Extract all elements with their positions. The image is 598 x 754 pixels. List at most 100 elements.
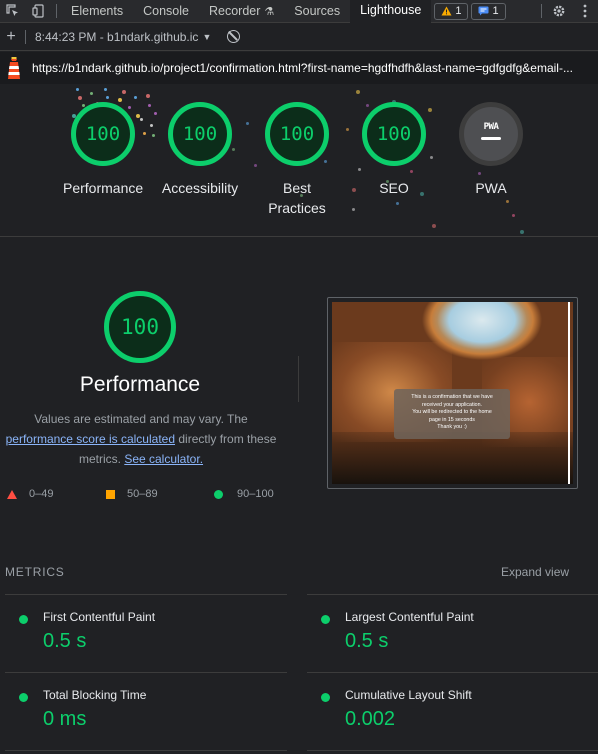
desc-text-2: directly from these [178, 432, 277, 446]
confirmation-text-line: This is a confirmation that we have [411, 394, 493, 400]
confetti-dot [106, 96, 109, 99]
tab-lighthouse-label: Lighthouse [360, 3, 422, 17]
screenshot-image: This is a confirmation that we have rece… [332, 302, 573, 484]
warnings-count: 1 [455, 5, 462, 17]
devtools-tab-bar: Elements Console Recorder ⚗ Sources Light… [0, 0, 598, 23]
pwa-badge-text: PWA [483, 122, 499, 132]
performance-description: Values are estimated and may vary. The p… [0, 409, 282, 469]
expand-view-button[interactable]: Expand view [501, 565, 569, 579]
confirmation-message-box: This is a confirmation that we have rece… [394, 389, 510, 439]
confirmation-text-line: page in 15 seconds [429, 416, 475, 423]
confetti-dot [356, 90, 360, 94]
gauge-accessibility-score: 100 [168, 102, 232, 166]
gauge-performance[interactable]: 100 Performance [63, 102, 143, 198]
confetti-dot [150, 124, 153, 127]
tab-sources-label: Sources [294, 4, 341, 18]
tab-sources[interactable]: Sources [284, 0, 350, 23]
gauge-seo[interactable]: 100 SEO [359, 102, 429, 198]
messages-badge[interactable]: 1 [471, 2, 506, 20]
desc-text-1: Values are estimated and may vary. The [34, 412, 248, 426]
dropdown-caret-icon[interactable]: ▼ [202, 32, 211, 42]
confetti-dot [346, 128, 349, 131]
report-url: https://b1ndark.github.io/project1/confi… [32, 61, 573, 75]
lighthouse-logo-icon [8, 57, 20, 79]
confetti-dot [432, 224, 436, 228]
inspect-element-icon[interactable] [0, 0, 26, 23]
metric-divider [5, 672, 287, 673]
confetti-dot [352, 188, 356, 192]
metric-divider [307, 594, 598, 595]
metric-divider [5, 594, 287, 595]
metric-title: First Contentful Paint [43, 610, 156, 624]
metric-divider [5, 750, 287, 751]
metrics-header: METRICS [5, 565, 65, 579]
confetti-dot [78, 96, 82, 100]
confirmation-text-line: You will be redirected to the home [412, 409, 492, 415]
new-report-plus-icon[interactable]: + [1, 28, 21, 46]
confetti-dot [254, 164, 257, 167]
gauge-seo-score: 100 [362, 102, 426, 166]
confetti-dot [134, 96, 137, 99]
gauge-pwa-label: PWA [475, 180, 507, 196]
performance-score-link[interactable]: performance score is calculated [6, 432, 175, 446]
gauge-seo-label: SEO [379, 180, 409, 196]
lighthouse-report: 100 Performance 100 Accessibility 100 Be… [0, 84, 598, 754]
tab-recorder-label: Recorder [208, 4, 261, 18]
fail-triangle-icon [7, 489, 17, 499]
legend-average: 50–89 [106, 488, 158, 500]
gauge-best-practices[interactable]: 100 Best Practices [262, 102, 332, 218]
gauge-accessibility-label: Accessibility [161, 180, 239, 196]
cave-shadow [332, 432, 573, 484]
confetti-dot [90, 92, 93, 95]
tab-lighthouse[interactable]: Lighthouse [350, 0, 432, 23]
pwa-dash-icon [481, 137, 501, 140]
message-icon [478, 6, 489, 16]
confetti-dot [506, 200, 509, 203]
tab-elements[interactable]: Elements [61, 0, 133, 23]
flask-icon: ⚗ [264, 5, 275, 18]
gauge-accessibility[interactable]: 100 Accessibility [157, 102, 243, 198]
legend-average-label: 50–89 [127, 488, 158, 500]
confirmation-text-line: Thank you :) [437, 424, 467, 430]
metric-value: 0.002 [345, 708, 396, 730]
pass-circle-icon [321, 615, 330, 624]
confetti-dot [520, 230, 524, 234]
confetti-dot [152, 134, 155, 137]
toolbar-divider [56, 4, 57, 18]
final-screenshot-thumbnail[interactable]: This is a confirmation that we have rece… [327, 297, 578, 489]
confetti-dot [512, 214, 515, 217]
toolbar-divider [541, 4, 542, 18]
warnings-badge[interactable]: 1 [434, 2, 469, 20]
tab-recorder[interactable]: Recorder ⚗ [199, 0, 284, 23]
average-square-icon [106, 489, 115, 499]
confetti-dot [143, 132, 146, 135]
metric-value: 0.5 s [43, 630, 87, 652]
gauge-best-practices-score: 100 [265, 102, 329, 166]
performance-title: Performance [79, 373, 201, 396]
gauge-performance-score: 100 [71, 102, 135, 166]
confetti-dot [146, 94, 150, 98]
pass-circle-icon [19, 615, 28, 624]
screenshot-scrollbar [568, 302, 570, 484]
gauge-best-practices-label: Best Practices [268, 180, 326, 216]
tab-console-label: Console [143, 4, 189, 18]
legend-fail-label: 0–49 [29, 488, 54, 500]
metric-title: Total Blocking Time [43, 688, 147, 702]
clear-reports-icon[interactable] [227, 30, 241, 43]
confetti-dot [246, 122, 249, 125]
metric-value: 0 ms [43, 708, 87, 730]
metric-value: 0.5 s [345, 630, 389, 652]
tab-console[interactable]: Console [133, 0, 199, 23]
legend-fail: 0–49 [7, 488, 53, 500]
pass-circle-icon [321, 693, 330, 702]
see-calculator-link[interactable]: See calculator. [124, 452, 203, 466]
metric-divider [307, 750, 598, 751]
confirmation-text-line: received your application. [421, 401, 483, 408]
device-toolbar-icon[interactable] [26, 0, 52, 23]
gauge-pwa[interactable]: PWA PWA [456, 102, 526, 198]
confetti-dot [396, 202, 399, 205]
lighthouse-toolbar: + 8:44:23 PM - b1ndark.github.ic ▼ [0, 23, 598, 51]
settings-gear-icon[interactable] [546, 0, 572, 23]
more-options-icon[interactable] [572, 0, 598, 23]
report-select-dropdown[interactable]: 8:44:23 PM - b1ndark.github.ic [35, 30, 198, 44]
